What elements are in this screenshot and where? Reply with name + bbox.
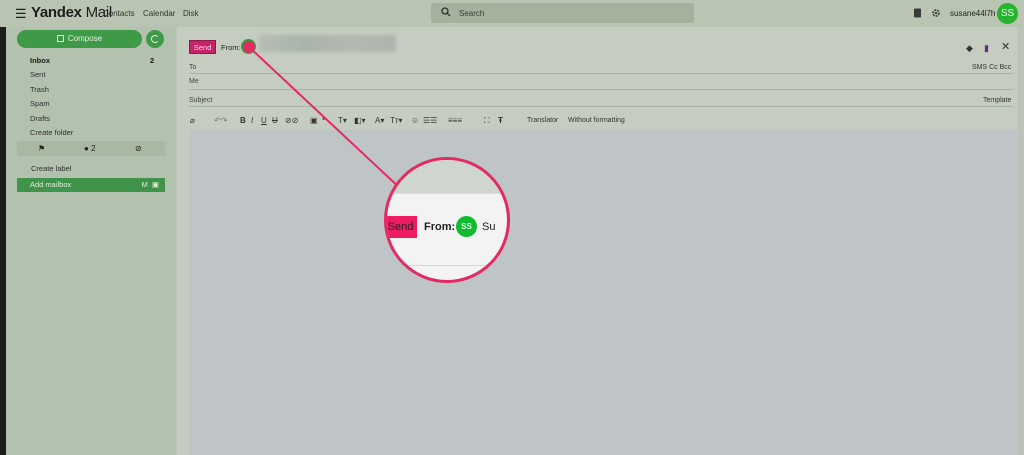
compose-label: Compose — [67, 34, 103, 43]
menu-icon[interactable]: ☰ — [15, 7, 27, 20]
clear-format-icon[interactable]: Ŧ — [498, 116, 503, 125]
filter-bar: ⚑ ● 2 ⊘ — [17, 141, 165, 156]
mail-provider-icons: M ▣ — [141, 180, 159, 189]
bg-color-icon[interactable]: ◧▾ — [354, 116, 366, 125]
search-input[interactable]: Search — [431, 3, 694, 23]
divider — [189, 89, 1013, 90]
sidebar-item-inbox[interactable]: Inbox — [30, 56, 50, 65]
app-logo[interactable]: Yandex Mail — [31, 4, 112, 21]
inbox-count: 2 — [150, 56, 155, 65]
sidebar-item-create-folder[interactable]: Create folder — [30, 128, 73, 137]
subject-field[interactable]: Subject — [189, 97, 212, 104]
translator-button[interactable]: Translator — [527, 117, 558, 124]
search-placeholder: Search — [459, 9, 485, 18]
compose-button[interactable]: Compose — [17, 30, 142, 48]
send-button[interactable]: Send — [189, 40, 216, 54]
quote-icon[interactable]: ❝ — [322, 116, 326, 125]
gear-icon[interactable] — [931, 8, 941, 18]
attachment-icon[interactable]: ⊘ — [135, 144, 142, 153]
nav-contacts[interactable]: Contacts — [103, 9, 135, 18]
tag-icon[interactable]: ◆ — [966, 43, 973, 54]
magnified-header — [387, 160, 507, 194]
without-formatting-button[interactable]: Without formatting — [568, 117, 625, 124]
font-size-icon[interactable]: Tт▾ — [390, 116, 403, 125]
magnified-avatar: SS — [456, 216, 477, 237]
align-icon[interactable]: ≡≡≡ — [448, 116, 462, 125]
add-mailbox-label: Add mailbox — [30, 180, 72, 189]
text-color-icon[interactable]: T▾ — [338, 116, 347, 125]
create-label-link[interactable]: Create label — [31, 164, 71, 173]
sidebar: Compose Inbox 2 Sent Trash Spam Drafts C… — [6, 27, 176, 455]
close-icon[interactable]: ✕ — [1001, 40, 1010, 53]
divider — [387, 193, 507, 194]
sidebar-item-spam[interactable]: Spam — [30, 99, 50, 108]
refresh-icon — [151, 35, 159, 43]
italic-icon[interactable]: I — [251, 116, 253, 125]
search-icon — [441, 7, 451, 17]
template-link[interactable]: Template — [983, 97, 1011, 104]
attach-icon[interactable]: ⌀ — [190, 116, 195, 125]
underline-icon[interactable]: U — [261, 116, 267, 125]
emoji-icon[interactable]: ☺ — [411, 116, 419, 125]
divider — [189, 73, 1013, 74]
magnifier-callout: Send From: SS Su — [384, 157, 510, 283]
sidebar-item-sent[interactable]: Sent — [30, 70, 45, 79]
refresh-button[interactable] — [146, 30, 164, 48]
add-mailbox-button[interactable]: Add mailbox M ▣ — [17, 178, 165, 192]
magnified-send-button: Send — [387, 216, 417, 238]
trash-icon[interactable]: ▮ — [984, 43, 989, 54]
nav-calendar[interactable]: Calendar — [143, 9, 175, 18]
image-icon[interactable]: ▣ — [310, 116, 318, 125]
top-bar: ☰ Yandex Mail Contacts Calendar Disk Sea… — [0, 0, 1024, 27]
nav-disk[interactable]: Disk — [183, 9, 199, 18]
to-label[interactable]: To — [189, 64, 196, 71]
link-icon[interactable]: ⊘⊘ — [285, 116, 298, 125]
sender-avatar[interactable] — [241, 39, 256, 54]
unread-count: 2 — [91, 144, 96, 153]
undo-icon[interactable]: ↶↷ — [214, 116, 227, 125]
message-body[interactable] — [189, 130, 1018, 455]
username[interactable]: susane44l7h — [950, 9, 995, 18]
divider — [189, 106, 1013, 107]
sidebar-item-trash[interactable]: Trash — [30, 85, 49, 94]
from-label: From: — [221, 43, 241, 52]
divider — [387, 265, 507, 266]
phone-icon[interactable] — [913, 8, 922, 18]
unread-filter[interactable]: ● 2 — [84, 144, 96, 153]
blurred-sender-address — [259, 35, 396, 52]
recipient-options[interactable]: SMS Cc Bcc — [972, 64, 1011, 71]
strikethrough-icon[interactable]: U — [272, 116, 278, 125]
me-label[interactable]: Me — [189, 78, 199, 85]
fullscreen-icon[interactable]: ⛶ — [484, 116, 490, 126]
bold-icon[interactable]: B — [240, 116, 246, 125]
avatar[interactable]: SS — [997, 3, 1018, 24]
font-icon[interactable]: A▾ — [375, 116, 384, 125]
logo-brand: Yandex — [31, 4, 82, 21]
flag-icon[interactable]: ⚑ — [38, 144, 45, 153]
sidebar-item-drafts[interactable]: Drafts — [30, 114, 50, 123]
magnified-from-label: From: — [424, 221, 456, 233]
magnified-cut-text: Su — [482, 221, 496, 233]
pencil-icon — [56, 35, 64, 42]
list-icon[interactable]: ☰☰ — [423, 116, 437, 125]
